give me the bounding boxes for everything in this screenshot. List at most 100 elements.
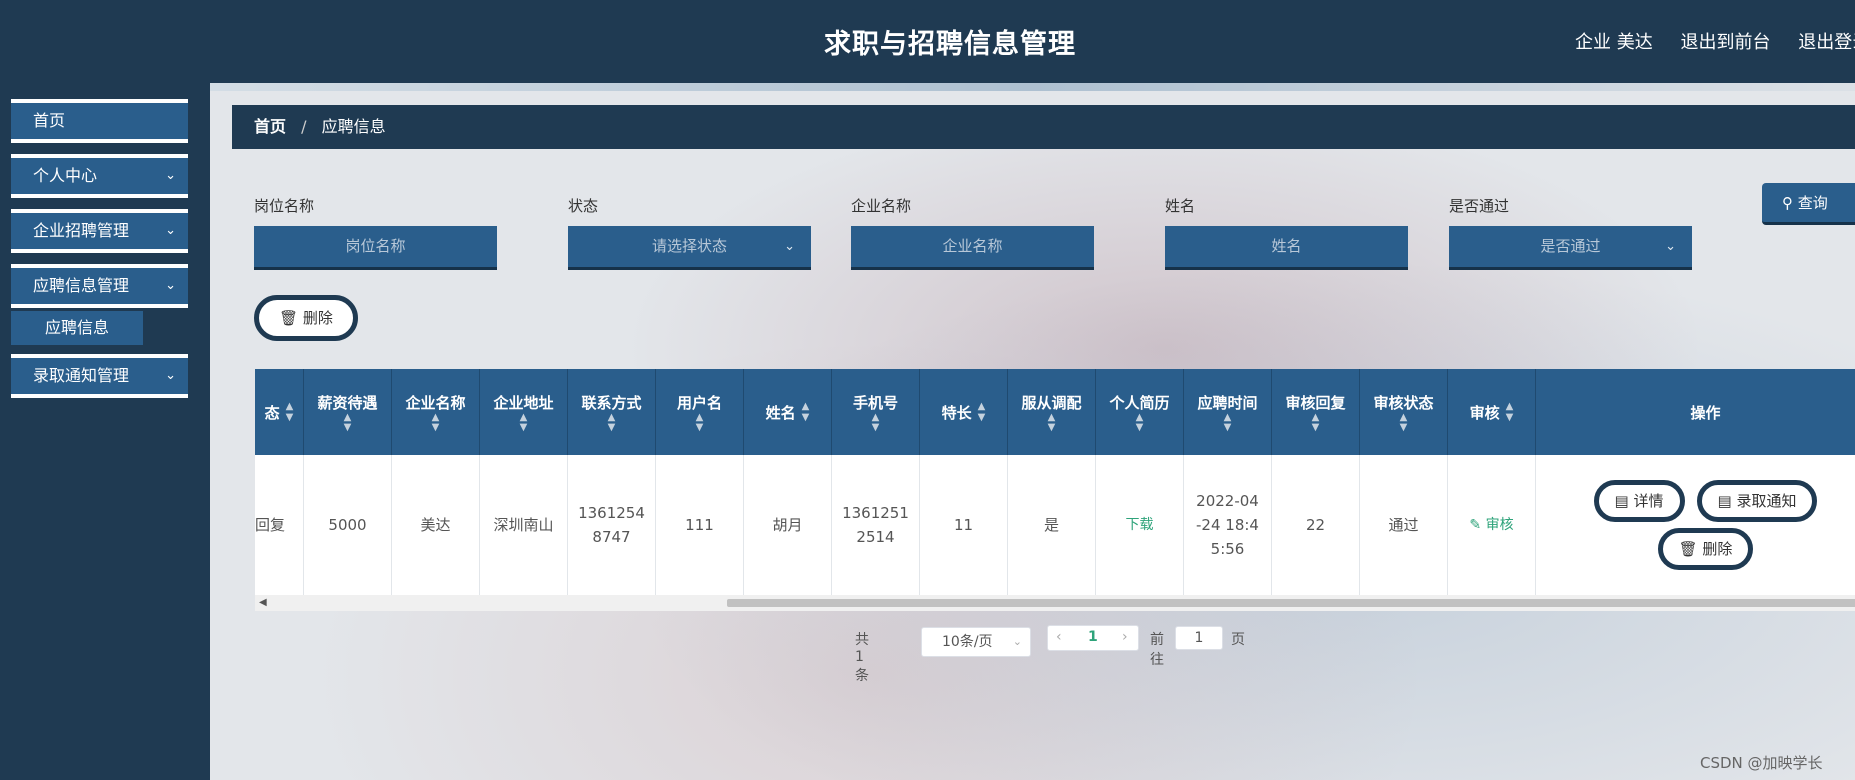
header-label: 姓名 (765, 403, 796, 422)
header-label: 手机号 (852, 393, 898, 412)
cell-review-status: 通过 (1360, 455, 1448, 595)
detail-button[interactable]: ▤ 详情 (1593, 480, 1685, 522)
col-obey[interactable]: 服从调配 ▲ ▼ (1008, 369, 1096, 455)
chevron-down-icon: ⌄ (165, 278, 176, 293)
breadcrumb: 首页 / 应聘信息 (232, 105, 1855, 149)
col-review-status[interactable]: 审核状态 ▲ ▼ (1360, 369, 1448, 455)
col-name[interactable]: 姓名 ▲ ▼ (744, 369, 832, 455)
sidebar-item-recruitment[interactable]: 企业招聘管理 ⌄ (11, 209, 188, 253)
pass-label: 是否通过 (1449, 197, 1510, 215)
sort-icon[interactable]: ▲ ▼ (608, 412, 616, 433)
sort-icon[interactable]: ▲ ▼ (432, 412, 440, 433)
pass-select-placeholder: 是否通过 (1540, 237, 1601, 255)
sort-icon[interactable]: ▲ ▼ (1506, 401, 1514, 423)
batch-delete-button[interactable]: 🗑 删除 (254, 295, 358, 341)
sidebar-item-label: 首页 (33, 111, 66, 130)
row-delete-button[interactable]: 🗑 删除 (1657, 528, 1754, 570)
page-suffix: 页 (1231, 632, 1245, 648)
review-link[interactable]: ✎ 审核 (1469, 513, 1513, 537)
main-content: 首页 / 应聘信息 岗位名称 岗位名称 状态 请选择状态 ⌄ 企业名称 企业名称… (210, 83, 1855, 780)
goto-page-input[interactable]: 1 (1175, 626, 1223, 650)
sort-icon[interactable]: ▲ ▼ (344, 412, 352, 433)
sort-icon[interactable]: ▲ ▼ (802, 401, 810, 423)
status-select[interactable]: 请选择状态 ⌄ (568, 226, 811, 270)
col-resume[interactable]: 个人简历 ▲ ▼ (1096, 369, 1184, 455)
header-label: 企业名称 (405, 393, 466, 412)
col-review[interactable]: 审核 ▲ ▼ (1448, 369, 1536, 455)
watermark: CSDN @加映学长 (1700, 754, 1823, 772)
sort-icon[interactable]: ▲ ▼ (520, 412, 528, 433)
header-label: 态 (264, 403, 280, 422)
page-size-select[interactable]: 10条/页 ⌄ (921, 627, 1031, 657)
header-label: 薪资待遇 (317, 393, 378, 412)
pass-select[interactable]: 是否通过 ⌄ (1449, 226, 1692, 270)
current-page-number[interactable]: 1 (1088, 629, 1098, 645)
resume-download-link[interactable]: 下载 (1126, 513, 1154, 537)
sort-icon[interactable]: ▲ ▼ (872, 412, 880, 433)
col-review-reply[interactable]: 审核回复 ▲ ▼ (1272, 369, 1360, 455)
edit-icon: ✎ (1469, 517, 1482, 533)
sort-icon[interactable]: ▲ ▼ (1048, 412, 1056, 433)
query-button[interactable]: ⚲ 查询 (1762, 183, 1855, 225)
sidebar-item-applications[interactable]: 应聘信息管理 ⌄ (11, 264, 188, 308)
col-contact[interactable]: 联系方式 ▲ ▼ (568, 369, 656, 455)
header-label: 特长 (941, 403, 972, 422)
document-icon: ▤ (1717, 492, 1732, 510)
sort-icon[interactable]: ▲ ▼ (286, 401, 294, 423)
header-label: 服从调配 (1021, 393, 1082, 412)
status-label: 状态 (568, 197, 599, 215)
trash-icon: 🗑 (1678, 540, 1698, 558)
breadcrumb-current: 应聘信息 (321, 117, 386, 136)
goto-label: 前往 (1150, 632, 1164, 668)
company-name-label: 企业名称 (851, 197, 912, 215)
sort-icon[interactable]: ▲ ▼ (1136, 412, 1144, 433)
scroll-left-icon[interactable]: ◀ (259, 597, 267, 608)
cell-review: ✎ 审核 (1448, 455, 1536, 595)
admission-notice-button[interactable]: ▤ 录取通知 (1696, 480, 1818, 522)
col-phone[interactable]: 手机号 ▲ ▼ (832, 369, 920, 455)
company-name-input[interactable]: 企业名称 (851, 226, 1094, 270)
next-page-icon[interactable]: › (1122, 629, 1128, 645)
sort-icon[interactable]: ▲ ▼ (1224, 412, 1232, 433)
col-skill[interactable]: 特长 ▲ ▼ (920, 369, 1008, 455)
prev-page-icon[interactable]: ‹ (1056, 629, 1062, 645)
cell-salary: 5000 (304, 455, 392, 595)
top-header: 求职与招聘信息管理 企业 美达 退出到前台 退出登录 (0, 0, 1855, 83)
chevron-down-icon: ⌄ (784, 239, 795, 254)
cell-review-reply: 22 (1272, 455, 1360, 595)
job-name-input[interactable]: 岗位名称 (254, 226, 497, 270)
col-apply-time[interactable]: 应聘时间 ▲ ▼ (1184, 369, 1272, 455)
sort-icon[interactable]: ▲ ▼ (1400, 412, 1408, 433)
status-select-placeholder: 请选择状态 (651, 237, 727, 255)
breadcrumb-home[interactable]: 首页 (254, 117, 286, 136)
sidebar-item-personal-center[interactable]: 个人中心 ⌄ (11, 154, 188, 198)
table-header: 态 ▲ ▼ 薪资待遇 ▲ ▼ 企业名称 ▲ ▼ 企业地址 ▲ ▼ 联系方式 ▲ ▼ 用户名 ▲ ▼ 姓名… (255, 369, 1855, 455)
cell-company: 美达 (392, 455, 480, 595)
col-status-reply[interactable]: 态 ▲ ▼ (255, 369, 304, 455)
col-company[interactable]: 企业名称 ▲ ▼ (392, 369, 480, 455)
cell-name: 胡月 (744, 455, 832, 595)
cell-operations: ▤ 详情 ▤ 录取通知 🗑 删除 (1536, 455, 1855, 595)
sort-icon[interactable]: ▲ ▼ (978, 401, 986, 423)
cell-obey: 是 (1008, 455, 1096, 595)
sort-icon[interactable]: ▲ ▼ (696, 412, 704, 433)
header-label: 审核回复 (1285, 393, 1346, 412)
sidebar-subitem-application-info[interactable]: 应聘信息 (11, 311, 143, 345)
col-username[interactable]: 用户名 ▲ ▼ (656, 369, 744, 455)
header-label: 用户名 (676, 393, 722, 412)
person-name-input[interactable]: 姓名 (1165, 226, 1408, 270)
header-label: 审核状态 (1373, 393, 1434, 412)
cell-phone: 1361251 2514 (832, 455, 920, 595)
sidebar-item-home[interactable]: 首页 (11, 99, 188, 143)
chevron-down-icon: ⌄ (165, 223, 176, 238)
scroll-thumb[interactable] (727, 599, 1855, 607)
col-salary[interactable]: 薪资待遇 ▲ ▼ (304, 369, 392, 455)
back-to-front-link[interactable]: 退出到前台 (1680, 32, 1770, 53)
logout-link[interactable]: 退出登录 (1798, 32, 1855, 53)
col-address[interactable]: 企业地址 ▲ ▼ (480, 369, 568, 455)
chevron-down-icon: ⌄ (1665, 239, 1676, 254)
cell-username: 111 (656, 455, 744, 595)
table-horizontal-scrollbar[interactable]: ◀ (255, 595, 1855, 611)
sidebar-item-admission-notice[interactable]: 录取通知管理 ⌄ (11, 354, 188, 398)
sort-icon[interactable]: ▲ ▼ (1312, 412, 1320, 433)
